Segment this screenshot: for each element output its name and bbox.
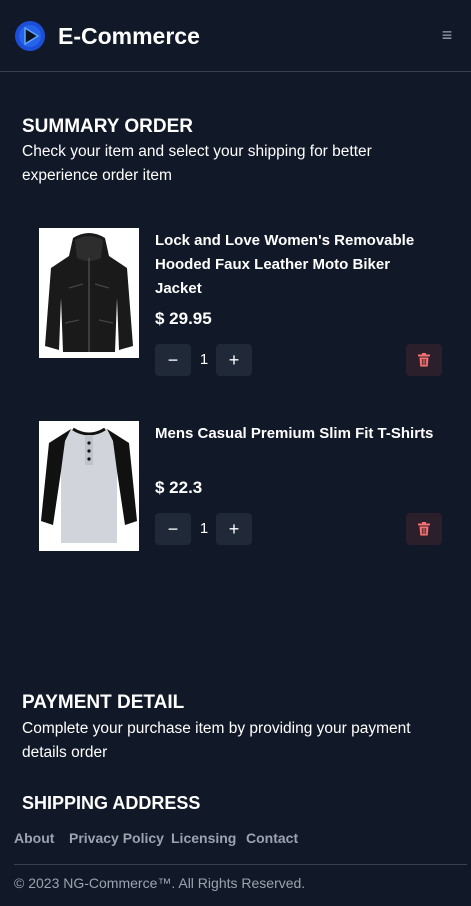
- delete-item-button[interactable]: [406, 513, 442, 545]
- brand-name[interactable]: E-Commerce: [58, 22, 200, 50]
- tshirt-image: [39, 421, 139, 551]
- quantity-value: 1: [199, 351, 209, 368]
- summary-title: SUMMARY ORDER: [22, 116, 194, 137]
- delete-item-button[interactable]: [406, 344, 442, 376]
- copyright-text: © 2023 NG-Commerce™. All Rights Reserved…: [14, 875, 306, 891]
- shipping-title: SHIPPING ADDRESS: [22, 793, 201, 813]
- payment-title: PAYMENT DETAIL: [22, 692, 185, 713]
- decrement-button[interactable]: −: [155, 344, 191, 376]
- trash-icon: [418, 353, 430, 367]
- footer-link-about[interactable]: About: [14, 829, 54, 847]
- increment-button[interactable]: +: [216, 513, 252, 545]
- summary-description: Check your item and select your shipping…: [22, 143, 372, 184]
- item-price: $ 29.95: [155, 309, 212, 328]
- hamburger-menu-icon[interactable]: ≡: [436, 24, 458, 46]
- decrement-button[interactable]: −: [155, 513, 191, 545]
- item-name[interactable]: Lock and Love Women's Removable Hooded F…: [155, 229, 435, 301]
- footer-link-privacy-policy[interactable]: Privacy Policy: [69, 829, 164, 847]
- trash-icon: [418, 522, 430, 536]
- payment-description: Complete your purchase item by providing…: [22, 720, 411, 761]
- jacket-image: [39, 228, 139, 358]
- footer-divider: [14, 864, 467, 865]
- logo-icon[interactable]: [14, 20, 46, 52]
- item-price: $ 22.3: [155, 478, 203, 497]
- increment-button[interactable]: +: [216, 344, 252, 376]
- footer-link-contact[interactable]: Contact: [246, 829, 298, 847]
- quantity-value: 1: [199, 520, 209, 537]
- footer-link-licensing[interactable]: Licensing: [171, 829, 236, 847]
- item-name[interactable]: Mens Casual Premium Slim Fit T-Shirts: [155, 422, 435, 446]
- navbar: E-Commerce ≡: [0, 0, 471, 72]
